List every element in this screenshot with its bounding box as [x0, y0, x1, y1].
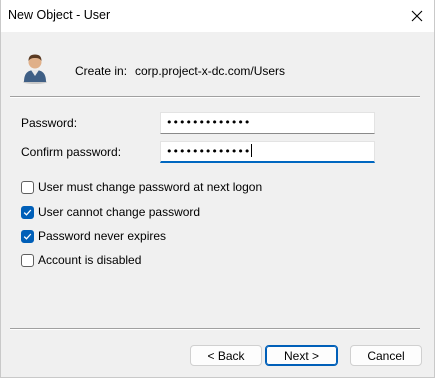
close-button[interactable]	[400, 0, 434, 32]
create-in-path: corp.project-x-dc.com/Users	[135, 64, 286, 78]
option-label: Account is disabled	[38, 253, 142, 267]
create-in-label: Create in:	[75, 64, 128, 78]
back-button[interactable]: < Back	[190, 345, 262, 366]
header-divider	[10, 96, 420, 98]
checkbox-password-never-expires[interactable]	[21, 229, 34, 243]
checkbox-must-change-password[interactable]	[21, 180, 34, 194]
option-password-never-expires[interactable]: Password never expires	[21, 228, 166, 244]
confirm-password-input[interactable]: •••••••••••••	[160, 141, 375, 163]
password-input[interactable]: •••••••••••••	[160, 112, 375, 134]
option-label: Password never expires	[38, 229, 167, 243]
password-label: Password:	[21, 116, 78, 130]
option-label: User cannot change password	[38, 205, 201, 219]
text-caret	[251, 144, 253, 157]
option-label: User must change password at next logon	[38, 180, 263, 194]
checkmark-icon	[23, 209, 32, 216]
cancel-button[interactable]: Cancel	[350, 345, 422, 366]
user-icon	[23, 54, 47, 84]
footer-divider	[10, 328, 420, 330]
checkbox-account-disabled[interactable]	[21, 253, 34, 267]
password-value: •••••••••••••	[166, 116, 251, 129]
option-must-change-password[interactable]: User must change password at next logon	[21, 179, 262, 195]
confirm-password-value: •••••••••••••	[166, 145, 251, 158]
checkmark-icon	[23, 233, 32, 240]
confirm-password-label: Confirm password:	[21, 145, 122, 159]
window-title: New Object - User	[8, 8, 111, 22]
checkbox-cannot-change-password[interactable]	[21, 205, 34, 219]
option-cannot-change-password[interactable]: User cannot change password	[21, 204, 200, 220]
next-button[interactable]: Next >	[265, 345, 338, 366]
new-object-user-dialog: New Object - User Create in: corp.projec…	[0, 0, 435, 378]
option-account-disabled[interactable]: Account is disabled	[21, 252, 141, 268]
close-icon	[411, 10, 423, 22]
title-bar: New Object - User	[1, 0, 434, 32]
